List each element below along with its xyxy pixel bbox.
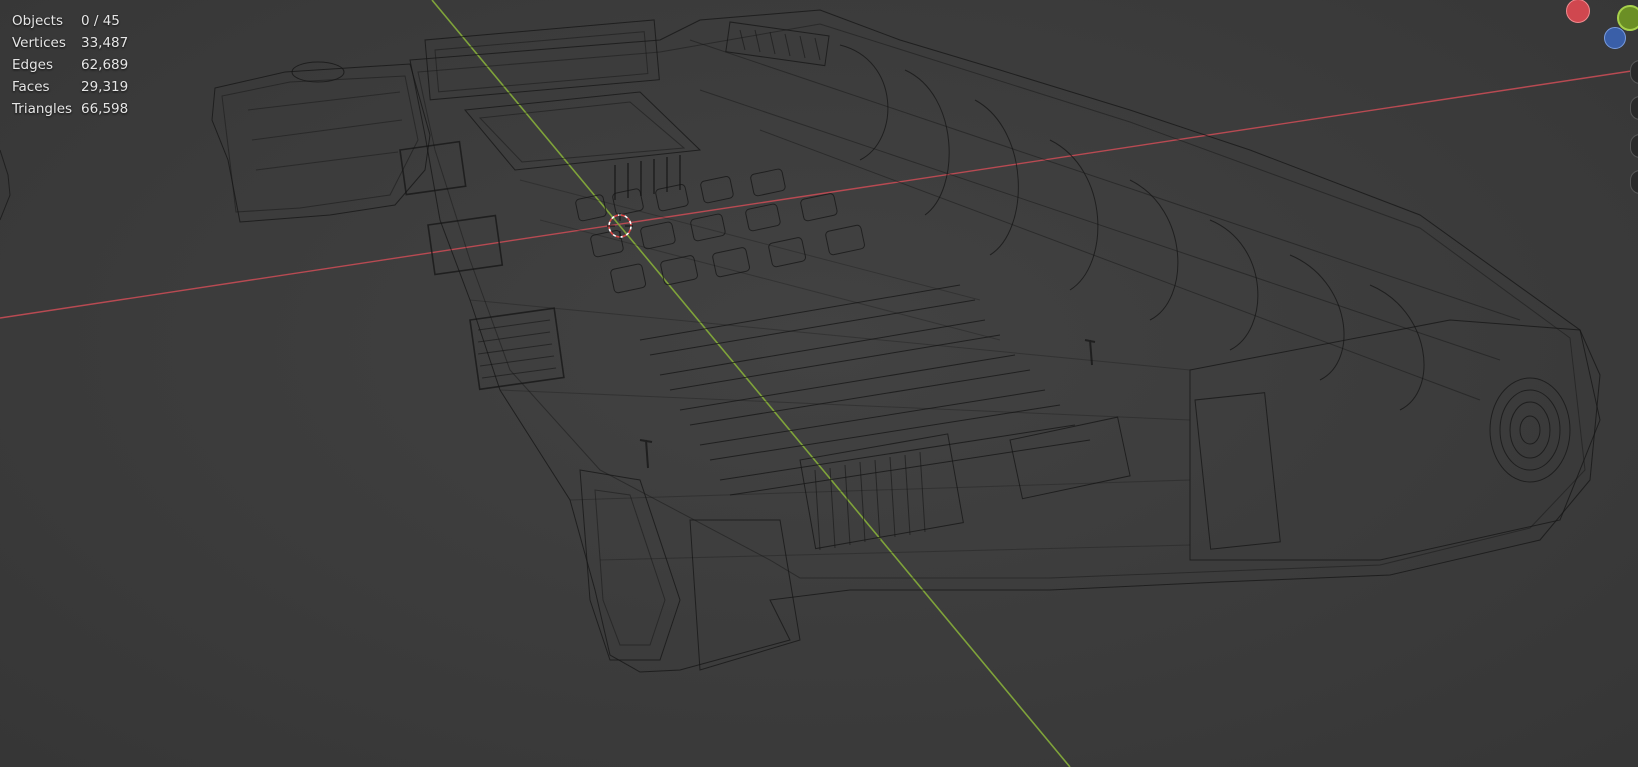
stat-label: Objects [12, 13, 64, 29]
stat-value: 62,689 [81, 57, 129, 73]
x-axis-line [0, 69, 1638, 319]
wireframe-scene[interactable] [0, 0, 1638, 767]
stat-value: 0 / 45 [81, 13, 120, 29]
gizmo-x-axis-icon[interactable] [1566, 0, 1590, 23]
offscreen-object [0, 149, 11, 221]
stat-row-triangles: Triangles 66,598 [12, 98, 128, 120]
gizmo-y-axis-icon[interactable] [1617, 5, 1638, 31]
gizmo-z-axis-icon[interactable] [1604, 27, 1626, 49]
stat-row-faces: Faces 29,319 [12, 76, 128, 98]
stat-row-edges: Edges 62,689 [12, 54, 128, 76]
stat-value: 66,598 [81, 101, 129, 117]
stat-row-objects: Objects 0 / 45 [12, 10, 128, 32]
stat-value: 29,319 [81, 79, 129, 95]
stat-label: Edges [12, 57, 54, 73]
3d-viewport[interactable]: Objects 0 / 45 Vertices 33,487 Edges 62,… [0, 0, 1638, 767]
wireframe-model [211, 9, 1601, 673]
y-axis-line [431, 0, 1071, 767]
stat-label: Faces [12, 79, 50, 95]
scene-statistics: Objects 0 / 45 Vertices 33,487 Edges 62,… [12, 10, 128, 120]
stat-label: Vertices [12, 35, 66, 51]
stat-label: Triangles [12, 101, 73, 117]
stat-row-vertices: Vertices 33,487 [12, 32, 128, 54]
stat-value: 33,487 [81, 35, 129, 51]
